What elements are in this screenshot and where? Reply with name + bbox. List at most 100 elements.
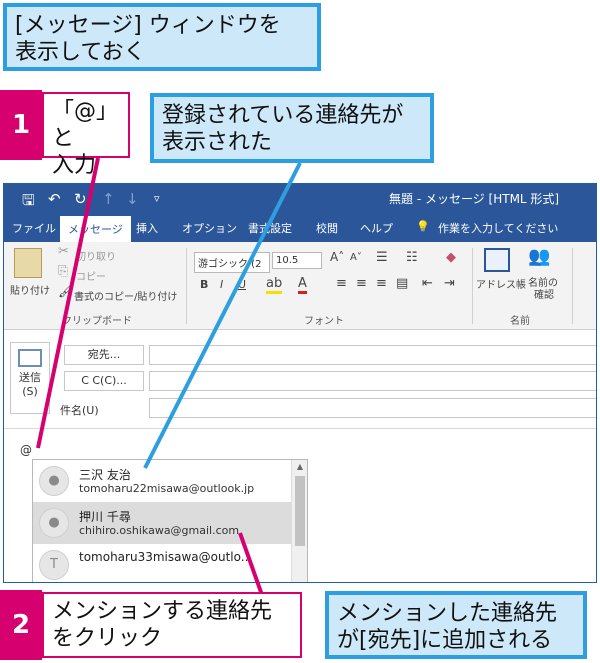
typed-mention-text: @	[20, 443, 32, 457]
callout-open-window: [メッセージ] ウィンドウを 表示しておく	[3, 3, 321, 71]
message-window: 🖫 ↶ ↻ ↑ ↓ ▿ 無題 - メッセージ [HTML 形式] ファイル メッ…	[3, 183, 597, 583]
cc-button[interactable]: C C(C)...	[64, 371, 144, 391]
step-2-badge: 2	[0, 590, 42, 660]
justify-icon[interactable]: ▤	[396, 276, 408, 291]
customize-qat-icon[interactable]: ▿	[154, 192, 160, 205]
tab-format-text[interactable]: 書式設定	[248, 220, 292, 236]
to-field[interactable]	[149, 345, 596, 365]
callout-contacts-shown: 登録されている連絡先が 表示された	[150, 93, 434, 163]
contact-name: 押川 千尋	[79, 510, 131, 524]
redo-icon[interactable]: ↻	[74, 190, 87, 208]
clipboard-group-label: クリップボード	[62, 316, 132, 327]
to-button[interactable]: 宛先...	[64, 345, 144, 365]
clear-format-icon[interactable]: ◆	[446, 250, 456, 265]
undo-icon[interactable]: ↶	[48, 190, 61, 208]
shrink-font-icon[interactable]: A˅	[350, 252, 362, 263]
address-book-icon	[484, 248, 510, 272]
contact-item[interactable]: T tomoharu33misawa@outlo...	[33, 544, 291, 582]
cc-field[interactable]	[149, 371, 596, 391]
contact-initial: T	[39, 550, 69, 580]
subject-field[interactable]	[149, 398, 596, 418]
step-number: 1	[11, 110, 31, 140]
callout-line: が[宛先]に追加される	[337, 628, 553, 653]
scrollbar[interactable]: ▲	[291, 460, 307, 582]
font-size-select[interactable]: 10.5	[272, 252, 322, 269]
step-1-badge: 1	[0, 90, 42, 160]
ribbon-tabs: ファイル メッセージ 挿入 オプション 書式設定 校閲 ヘルプ 💡 作業を入力し…	[4, 214, 596, 242]
step-text: メンションする連絡先	[52, 599, 273, 624]
step-text: をクリック	[52, 626, 163, 651]
paste-icon[interactable]	[14, 248, 42, 278]
cut-button[interactable]: 切り取り	[76, 248, 116, 263]
decrease-indent-icon[interactable]: ⇤	[422, 276, 433, 291]
mention-suggestion-list: ● 三沢 友治 tomoharu22misawa@outlook.jp ● 押川…	[32, 459, 308, 582]
envelope-icon	[18, 349, 42, 367]
tab-file[interactable]: ファイル	[12, 220, 56, 236]
bold-icon[interactable]: B	[200, 278, 208, 291]
title-bar: 🖫 ↶ ↻ ↑ ↓ ▿ 無題 - メッセージ [HTML 形式]	[4, 184, 596, 214]
step-number: 2	[11, 610, 31, 640]
ribbon: 貼り付け 切り取り ✂ コピー ⎘ 🖌 書式のコピー/貼り付け クリップボード …	[4, 242, 596, 330]
contact-name: 三沢 友治	[79, 468, 131, 482]
underline-icon[interactable]: U	[238, 278, 246, 291]
numbering-icon[interactable]: ☷	[406, 250, 418, 265]
window-title: 無題 - メッセージ [HTML 形式]	[389, 192, 560, 206]
font-color-icon[interactable]: A	[298, 276, 307, 294]
scroll-thumb[interactable]	[295, 476, 305, 546]
contact-name: tomoharu33misawa@outlo...	[79, 550, 253, 564]
check-names-icon: 👥	[528, 246, 551, 267]
ribbon-separator	[472, 248, 473, 324]
align-left-icon[interactable]: ≡	[336, 276, 347, 291]
contact-item[interactable]: ● 三沢 友治 tomoharu22misawa@outlook.jp	[33, 460, 291, 502]
callout-line: 登録されている連絡先が	[162, 103, 404, 128]
tab-options[interactable]: オプション	[182, 220, 237, 236]
person-icon: ●	[39, 466, 69, 496]
callout-line: [メッセージ] ウィンドウを	[15, 13, 281, 38]
increase-indent-icon[interactable]: ⇥	[444, 276, 455, 291]
step-2-label: メンションする連絡先 をクリック	[42, 592, 302, 658]
align-center-icon[interactable]: ≡	[356, 276, 367, 291]
save-icon[interactable]: 🖫	[22, 190, 35, 215]
ribbon-separator	[186, 248, 187, 324]
step-text: 「@」と	[52, 99, 119, 151]
address-book-button[interactable]: アドレス帳	[476, 276, 526, 291]
up-arrow-icon[interactable]: ↑	[102, 190, 115, 208]
contact-email: tomoharu22misawa@outlook.jp	[79, 482, 255, 495]
font-name-select[interactable]: 游ゴシック (2	[194, 252, 270, 273]
format-painter-icon: 🖌	[58, 284, 75, 299]
copy-icon: ⎘	[58, 264, 69, 279]
scissors-icon: ✂	[58, 244, 69, 259]
scroll-up-icon[interactable]: ▲	[292, 460, 307, 474]
callout-line: 表示しておく	[15, 40, 146, 65]
tab-review[interactable]: 校閲	[316, 220, 338, 236]
callout-added-to-field: メンションした連絡先 が[宛先]に追加される	[325, 591, 587, 659]
tab-insert[interactable]: 挿入	[136, 220, 158, 236]
contact-item-selected[interactable]: ● 押川 千尋 chihiro.oshikawa@gmail.com	[33, 502, 291, 544]
highlight-icon[interactable]: ab	[266, 276, 283, 294]
contact-email: chihiro.oshikawa@gmail.com	[79, 524, 240, 537]
lightbulb-icon: 💡	[416, 220, 430, 233]
italic-icon[interactable]: I	[220, 278, 223, 291]
tab-message[interactable]: メッセージ	[60, 216, 131, 242]
check-names-button-line2: 確認	[534, 290, 554, 301]
person-icon: ●	[39, 508, 69, 538]
subject-label: 件名(U)	[60, 404, 99, 417]
step-1-label: 「@」と 入力	[42, 92, 130, 178]
names-group-label: 名前	[510, 316, 530, 327]
tab-help[interactable]: ヘルプ	[360, 220, 393, 236]
copy-button[interactable]: コピー	[76, 268, 106, 283]
paste-button[interactable]: 貼り付け	[10, 282, 50, 297]
callout-line: メンションした連絡先	[337, 601, 558, 626]
align-right-icon[interactable]: ≡	[376, 276, 387, 291]
send-button[interactable]: 送信 (S)	[10, 342, 50, 414]
send-label: 送信	[19, 371, 41, 384]
callout-line: 表示された	[162, 130, 273, 155]
bullets-icon[interactable]: ☰	[376, 250, 388, 265]
format-painter-button[interactable]: 書式のコピー/貼り付け	[74, 288, 177, 303]
grow-font-icon[interactable]: A˄	[330, 250, 344, 264]
tell-me-box[interactable]: 作業を入力してください	[438, 220, 558, 236]
down-arrow-icon[interactable]: ↓	[126, 190, 139, 208]
font-group-label: フォント	[304, 316, 344, 327]
ribbon-separator	[572, 248, 573, 324]
send-shortcut: (S)	[22, 385, 38, 398]
